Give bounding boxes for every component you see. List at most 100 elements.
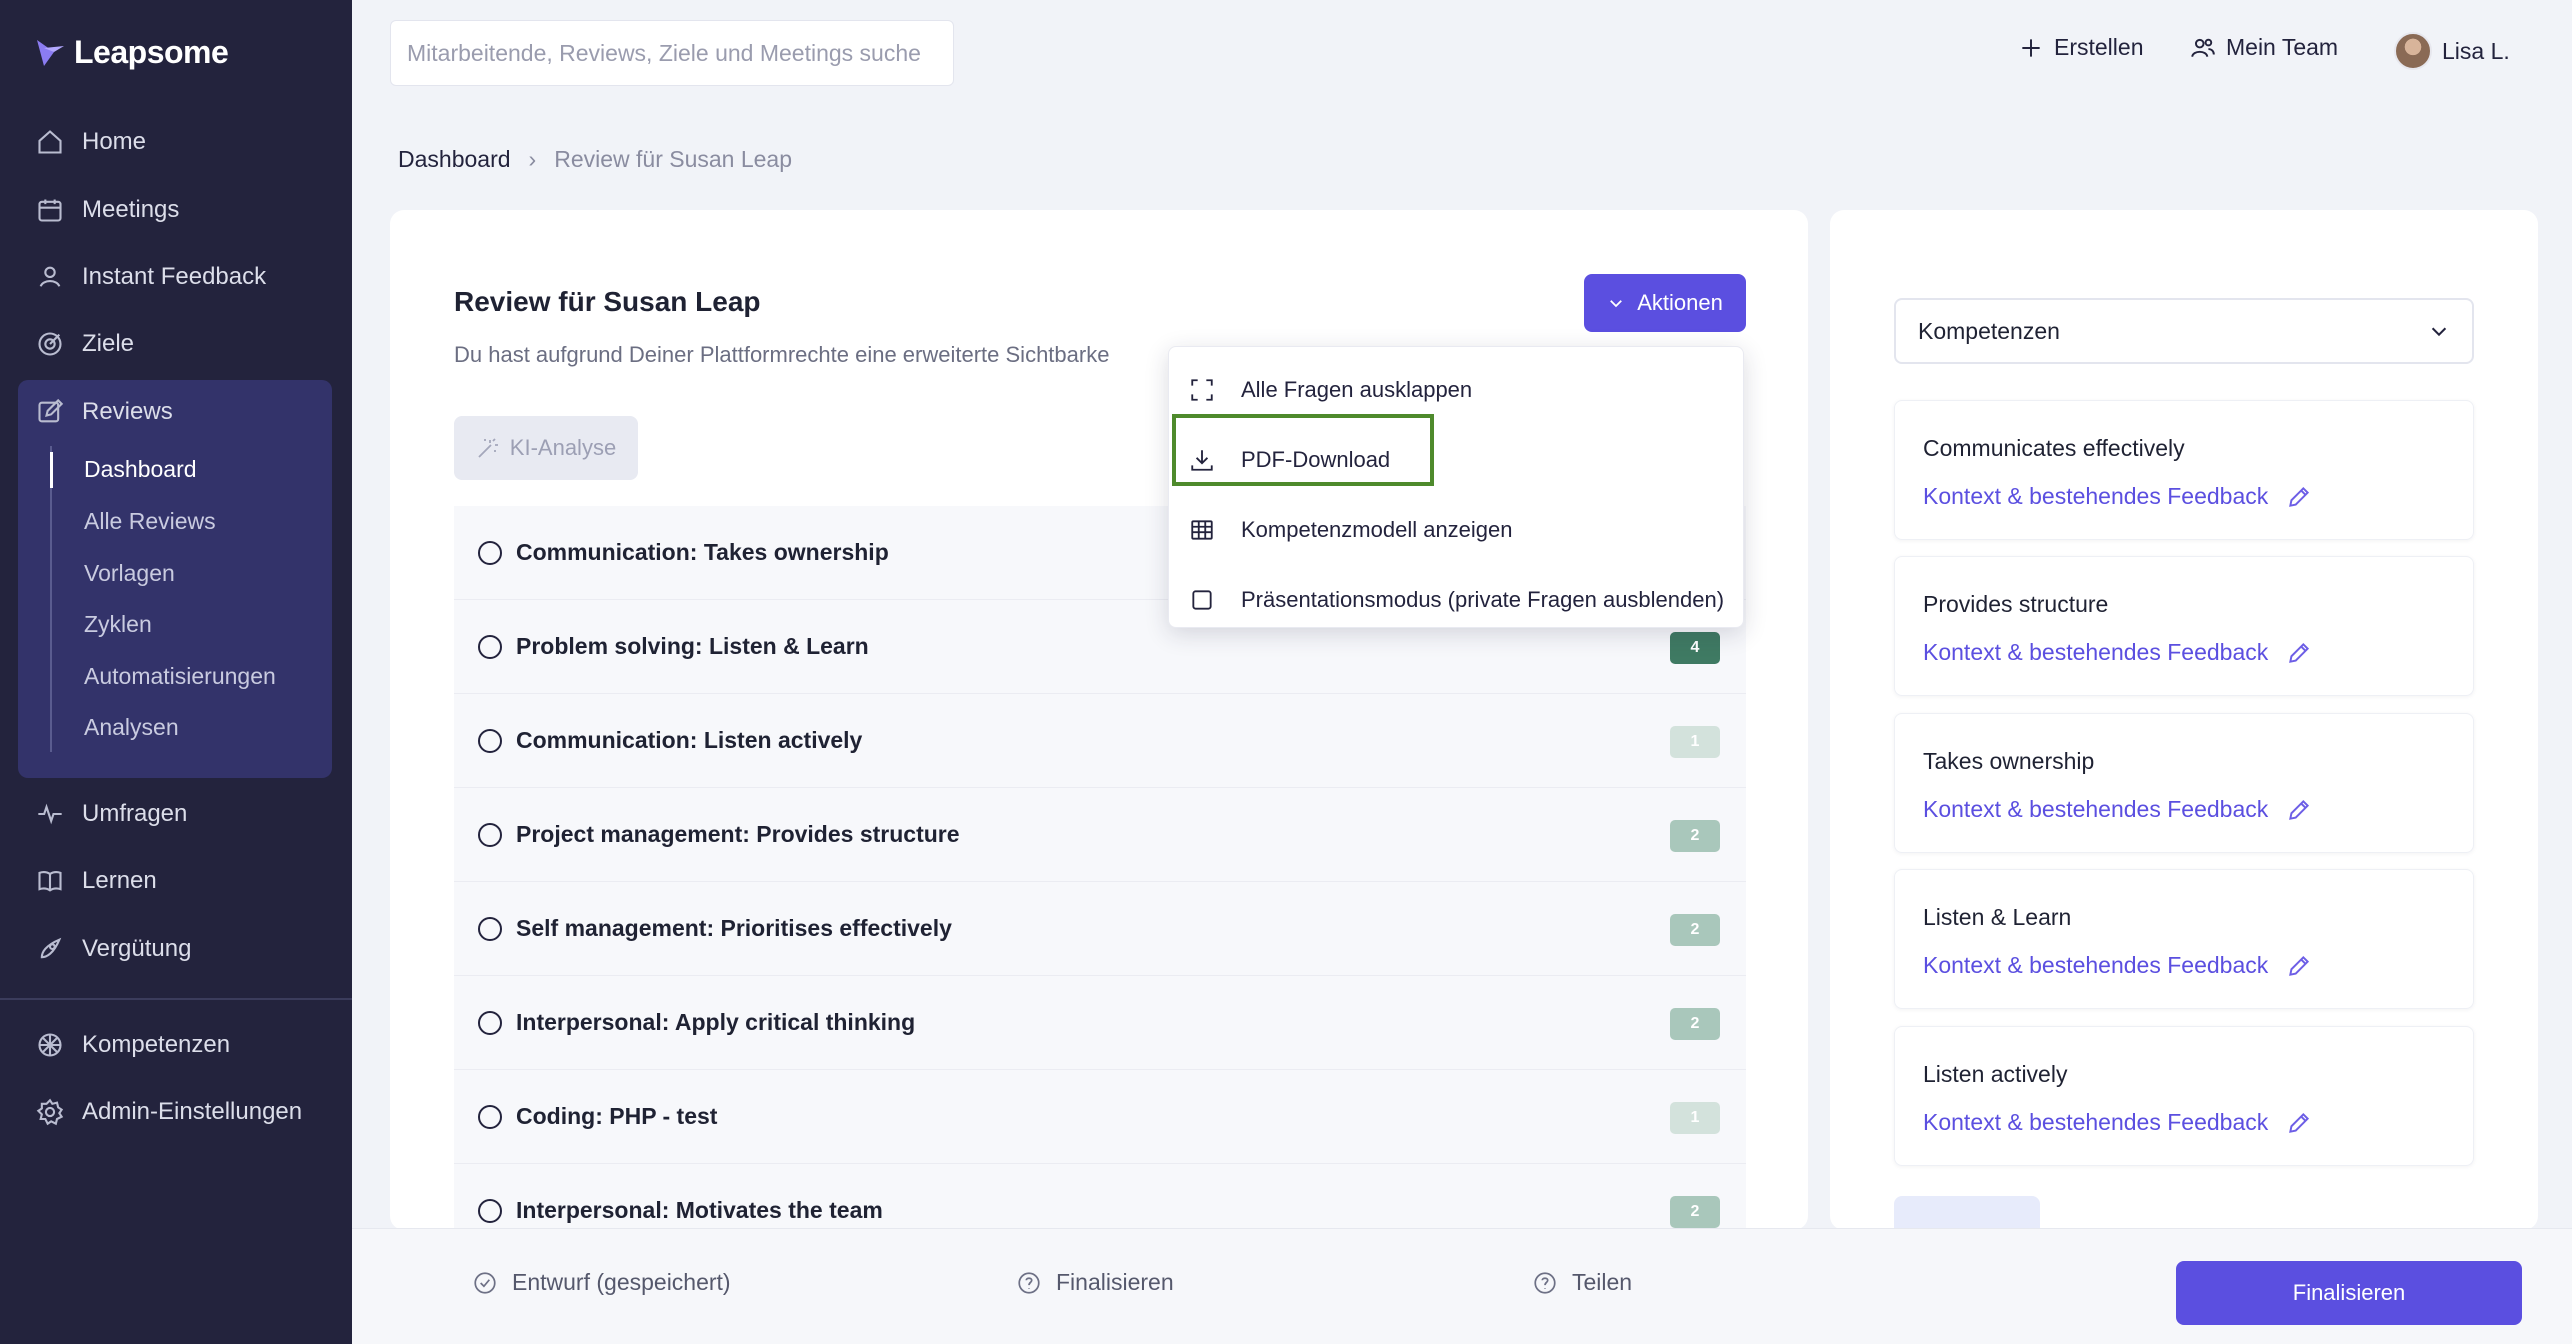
submenu-active-indicator [50, 452, 53, 488]
question-label: Coding: PHP - test [516, 1103, 718, 1129]
calendar-icon [38, 199, 62, 222]
question-row[interactable]: Coding: PHP - test 1 [454, 1070, 1746, 1164]
create-button[interactable]: Erstellen [2018, 34, 2143, 61]
sidebar: Leapsome Home Meetings Instant Feedback … [0, 0, 352, 1344]
sidebar-item-label: Ziele [82, 330, 135, 357]
user-name: Lisa L. [2442, 37, 2510, 64]
sidebar-subitem-zyklen[interactable]: Zyklen [84, 611, 152, 638]
aktionen-button[interactable]: Aktionen [1584, 274, 1746, 332]
aktionen-label: Aktionen [1637, 290, 1723, 315]
context-feedback-link[interactable]: Kontext & bestehendes Feedback [1923, 1109, 2312, 1136]
book-icon [38, 871, 62, 892]
chevron-down-icon [1610, 300, 1623, 308]
menu-item-competency-model[interactable]: Kompetenzmodell anzeigen [1169, 497, 1745, 563]
answer-count-badge: 2 [1670, 914, 1720, 946]
check-circle-icon [474, 1271, 496, 1294]
radio-circle-icon [478, 728, 502, 753]
sidebar-subitem-alle-reviews[interactable]: Alle Reviews [84, 508, 216, 535]
search-input[interactable] [390, 20, 954, 86]
finalize-button[interactable]: Finalisieren [2176, 1261, 2522, 1325]
sidebar-subitem-analysen[interactable]: Analysen [84, 714, 179, 741]
question-label: Interpersonal: Motivates the team [516, 1197, 883, 1223]
answer-count-badge: 2 [1670, 1196, 1720, 1228]
sidebar-item-instant-feedback[interactable]: Instant Feedback [36, 263, 266, 291]
gear-icon [36, 1098, 64, 1126]
pencil-icon [2289, 1112, 2310, 1133]
context-feedback-label: Kontext & bestehendes Feedback [1923, 796, 2269, 822]
sidebar-subitem-vorlagen[interactable]: Vorlagen [84, 560, 175, 587]
radio-circle-icon [478, 1104, 502, 1129]
competency-card: Communicates effectively Kontext & beste… [1894, 400, 2474, 540]
pencil-icon [2289, 642, 2310, 663]
competency-title: Communicates effectively [1923, 435, 2185, 461]
answer-count-badge: 1 [1670, 726, 1720, 758]
submenu-line [50, 446, 52, 752]
sidebar-item-label: Umfragen [82, 800, 188, 827]
pencil-icon [2289, 799, 2310, 820]
context-feedback-link[interactable]: Kontext & bestehendes Feedback [1923, 952, 2312, 979]
avatar [2394, 32, 2432, 70]
my-team-label: Mein Team [2226, 34, 2339, 60]
breadcrumb-current: Review für Susan Leap [554, 146, 793, 172]
user-menu[interactable]: Lisa L. [2394, 32, 2510, 70]
breadcrumb: Dashboard › Review für Susan Leap [398, 146, 792, 173]
context-feedback-link[interactable]: Kontext & bestehendes Feedback [1923, 796, 2312, 823]
sidebar-item-ziele[interactable]: Ziele [36, 330, 134, 358]
context-feedback-label: Kontext & bestehendes Feedback [1923, 639, 2269, 665]
pulse-icon [38, 803, 62, 825]
hidden-card-peek [1894, 1196, 2040, 1230]
brand-name: Leapsome [74, 34, 229, 70]
competency-title: Provides structure [1923, 591, 2109, 617]
my-team-button[interactable]: Mein Team [2190, 34, 2338, 61]
pdf-download-highlight [1172, 414, 1434, 486]
sidebar-item-lernen[interactable]: Lernen [36, 867, 157, 895]
question-row[interactable]: Self management: Prioritises effectively… [454, 882, 1746, 976]
breadcrumb-dashboard[interactable]: Dashboard [398, 146, 511, 173]
competency-card: Provides structure Kontext & bestehendes… [1894, 556, 2474, 696]
question-row[interactable]: Communication: Listen actively 1 [454, 694, 1746, 788]
sidebar-item-meetings[interactable]: Meetings [36, 196, 179, 224]
sidebar-subitem-automatisierungen[interactable]: Automatisierungen [84, 663, 276, 690]
home-icon [38, 130, 62, 154]
sidebar-item-home[interactable]: Home [36, 128, 146, 156]
table-icon [1191, 520, 1213, 540]
sidebar-item-verguetung[interactable]: Vergütung [36, 935, 191, 963]
question-row[interactable]: Project management: Provides structure 2 [454, 788, 1746, 882]
visibility-notice: Du hast aufgrund Deiner Plattformrechte … [454, 342, 1110, 367]
sidebar-subitem-dashboard[interactable]: Dashboard [84, 456, 197, 483]
question-row[interactable]: Interpersonal: Apply critical thinking 2 [454, 976, 1746, 1070]
sidebar-item-label: Instant Feedback [82, 263, 267, 290]
answer-count-badge: 4 [1670, 632, 1720, 664]
radio-circle-icon [478, 634, 502, 659]
context-feedback-link[interactable]: Kontext & bestehendes Feedback [1923, 483, 2312, 510]
sidebar-item-label: Reviews [82, 398, 173, 425]
expand-icon [1191, 379, 1213, 401]
sidebar-item-admin-einstellungen[interactable]: Admin-Einstellungen [36, 1098, 302, 1126]
question-label: Communication: Takes ownership [516, 539, 889, 565]
checkbox-icon [1192, 590, 1212, 610]
question-row[interactable]: Interpersonal: Motivates the team 2 [454, 1164, 1746, 1230]
answer-count-badge: 2 [1670, 820, 1720, 852]
answer-count-badge: 2 [1670, 1008, 1720, 1040]
ki-analyse-button[interactable]: KI-Analyse [454, 416, 638, 480]
leapsome-logo[interactable]: Leapsome [34, 34, 229, 71]
sidebar-item-kompetenzen[interactable]: Kompetenzen [36, 1031, 230, 1059]
sidebar-item-label: Kompetenzen [82, 1031, 231, 1058]
share-step[interactable]: Teilen [1532, 1269, 1632, 1296]
sidebar-item-label: Home [82, 128, 147, 155]
breadcrumb-separator: › [528, 146, 537, 172]
sidebar-item-umfragen[interactable]: Umfragen [36, 800, 187, 828]
pencil-icon [2289, 486, 2310, 507]
sidebar-item-label: Vergütung [82, 935, 192, 962]
competency-title: Listen & Learn [1923, 904, 2072, 930]
plus-icon [2022, 38, 2040, 57]
sidebar-item-reviews[interactable]: Reviews [36, 398, 173, 426]
competency-select[interactable]: Kompetenzen [1894, 298, 2474, 364]
radio-circle-icon [478, 1198, 502, 1223]
menu-item-presentation-mode[interactable]: Präsentationsmodus (private Fragen ausbl… [1169, 567, 1745, 633]
finalize-step[interactable]: Finalisieren [1016, 1269, 1174, 1296]
ki-analyse-label: KI-Analyse [509, 435, 617, 460]
context-feedback-link[interactable]: Kontext & bestehendes Feedback [1923, 639, 2312, 666]
radio-circle-icon [478, 916, 502, 941]
help-circle-icon [1018, 1271, 1040, 1294]
